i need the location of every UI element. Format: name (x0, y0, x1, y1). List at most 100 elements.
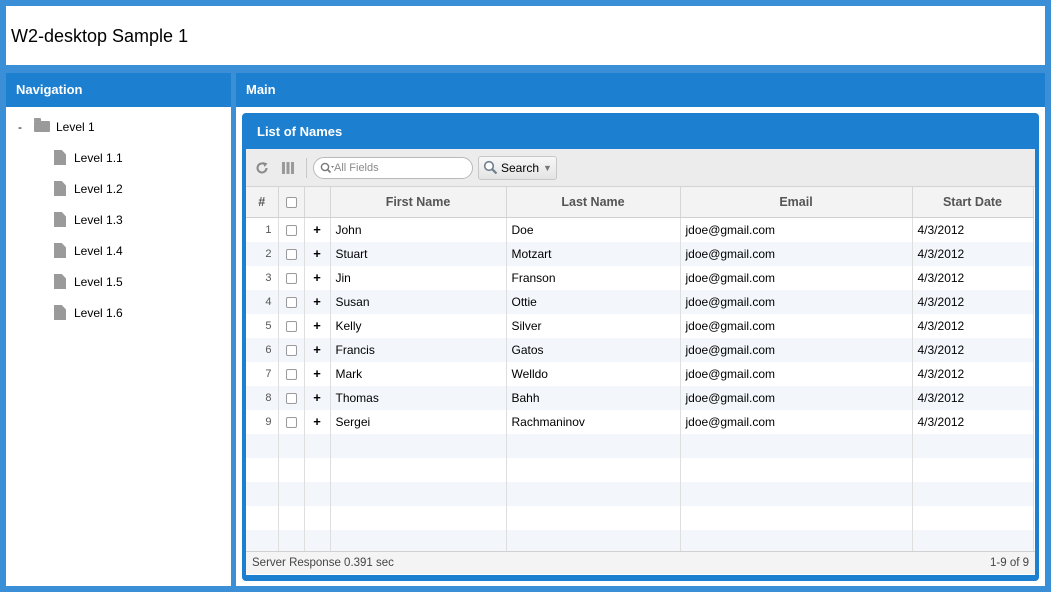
tree-node-label: Level 1.5 (74, 274, 123, 289)
row-number: 1 (246, 217, 279, 242)
search-input[interactable] (334, 161, 459, 174)
expand-cell[interactable]: + (304, 217, 331, 242)
expand-cell[interactable]: + (304, 385, 331, 410)
empty-cell (912, 433, 1034, 458)
row-number: 2 (246, 241, 279, 266)
main-header: Main (236, 73, 1045, 107)
expand-icon[interactable]: + (313, 222, 321, 237)
cell-start-date: 4/3/2012 (912, 217, 1034, 242)
cell-last-name: Bahh (506, 385, 681, 410)
search-field[interactable] (313, 156, 473, 179)
tree-node-child[interactable]: Level 1.1 (6, 142, 231, 173)
tree-node-label: Level 1.1 (74, 150, 123, 165)
cell-start-date: 4/3/2012 (912, 265, 1034, 290)
cell-first-name: Susan (330, 289, 507, 314)
document-icon (54, 212, 66, 227)
expand-icon[interactable]: + (313, 246, 321, 261)
expand-cell[interactable]: + (304, 361, 331, 386)
select-all-checkbox[interactable] (278, 187, 305, 218)
row-select-cell[interactable] (278, 361, 305, 386)
reload-button[interactable] (250, 156, 274, 180)
tree-node-child[interactable]: Level 1.3 (6, 204, 231, 235)
search-icon (320, 162, 334, 173)
empty-cell (246, 529, 279, 551)
grid-records: 1 + John Doe jdoe@gmail.com 4/3/2012 2 + Stuart M… (246, 217, 1035, 552)
checkbox[interactable] (285, 416, 297, 428)
table-row[interactable]: 9 + Sergei Rachmaninov jdoe@gmail.com 4/3/201… (246, 409, 1034, 434)
row-select-cell[interactable] (278, 313, 305, 338)
columns-button[interactable] (276, 156, 300, 180)
expand-icon[interactable]: + (313, 318, 321, 333)
column-header-first-name[interactable]: First Name (330, 187, 507, 218)
row-select-cell[interactable] (278, 385, 305, 410)
checkbox[interactable] (285, 296, 297, 308)
cell-email: jdoe@gmail.com (680, 289, 913, 314)
empty-cell (304, 433, 331, 458)
cell-last-name: Franson (506, 265, 681, 290)
expand-icon[interactable]: + (313, 342, 321, 357)
checkbox[interactable] (285, 320, 297, 332)
search-button[interactable]: Search ▼ (478, 155, 557, 180)
table-row[interactable]: 6 + Francis Gatos jdoe@gmail.com 4/3/2012 (246, 337, 1034, 362)
empty-cell (304, 481, 331, 506)
empty-cell (680, 529, 913, 551)
column-header-last-name[interactable]: Last Name (506, 187, 681, 218)
expand-cell[interactable]: + (304, 337, 331, 362)
expand-cell[interactable]: + (304, 241, 331, 266)
expand-cell[interactable]: + (304, 409, 331, 434)
table-row[interactable]: 7 + Mark Welldo jdoe@gmail.com 4/3/2012 (246, 361, 1034, 386)
record-range: 1-9 of 9 (990, 556, 1029, 569)
cell-first-name: Mark (330, 361, 507, 386)
checkbox[interactable] (285, 224, 297, 236)
empty-cell (278, 505, 305, 530)
expand-icon[interactable]: + (313, 390, 321, 405)
table-row[interactable]: 8 + Thomas Bahh jdoe@gmail.com 4/3/2012 (246, 385, 1034, 410)
row-select-cell[interactable] (278, 241, 305, 266)
empty-row (246, 433, 1034, 458)
empty-cell (278, 457, 305, 482)
checkbox[interactable] (285, 368, 297, 380)
row-number: 8 (246, 385, 279, 410)
column-header-email[interactable]: Email (680, 187, 913, 218)
tree-node-child[interactable]: Level 1.5 (6, 266, 231, 297)
server-response-status: Server Response 0.391 sec (252, 556, 394, 569)
expand-icon[interactable]: + (313, 414, 321, 429)
table-row[interactable]: 1 + John Doe jdoe@gmail.com 4/3/2012 (246, 217, 1034, 242)
expand-icon[interactable]: + (313, 366, 321, 381)
tree-node-level-1[interactable]: - Level 1 (6, 111, 231, 142)
collapse-toggle[interactable]: - (18, 120, 34, 134)
table-row[interactable]: 3 + Jin Franson jdoe@gmail.com 4/3/2012 (246, 265, 1034, 290)
row-select-cell[interactable] (278, 409, 305, 434)
expand-cell[interactable]: + (304, 265, 331, 290)
row-select-cell[interactable] (278, 337, 305, 362)
expand-icon[interactable]: + (313, 270, 321, 285)
empty-cell (330, 505, 507, 530)
row-select-cell[interactable] (278, 289, 305, 314)
checkbox[interactable] (285, 392, 297, 404)
cell-first-name: Stuart (330, 241, 507, 266)
checkbox[interactable] (285, 272, 297, 284)
tree-node-child[interactable]: Level 1.2 (6, 173, 231, 204)
expand-cell[interactable]: + (304, 313, 331, 338)
row-select-cell[interactable] (278, 265, 305, 290)
reload-icon (256, 161, 268, 173)
checkbox[interactable] (285, 344, 297, 356)
table-row[interactable]: 4 + Susan Ottie jdoe@gmail.com 4/3/2012 (246, 289, 1034, 314)
table-row[interactable]: 2 + Stuart Motzart jdoe@gmail.com 4/3/2012 (246, 241, 1034, 266)
empty-cell (912, 529, 1034, 551)
expand-cell[interactable]: + (304, 289, 331, 314)
cell-last-name: Welldo (506, 361, 681, 386)
checkbox[interactable] (285, 196, 297, 208)
row-select-cell[interactable] (278, 217, 305, 242)
cell-email: jdoe@gmail.com (680, 313, 913, 338)
cell-email: jdoe@gmail.com (680, 265, 913, 290)
cell-last-name: Silver (506, 313, 681, 338)
tree-node-child[interactable]: Level 1.4 (6, 235, 231, 266)
table-row[interactable]: 5 + Kelly Silver jdoe@gmail.com 4/3/2012 (246, 313, 1034, 338)
row-number: 9 (246, 409, 279, 434)
checkbox[interactable] (285, 248, 297, 260)
tree-node-child[interactable]: Level 1.6 (6, 297, 231, 328)
column-header-start-date[interactable]: Start Date (912, 187, 1034, 218)
empty-cell (680, 433, 913, 458)
expand-icon[interactable]: + (313, 294, 321, 309)
